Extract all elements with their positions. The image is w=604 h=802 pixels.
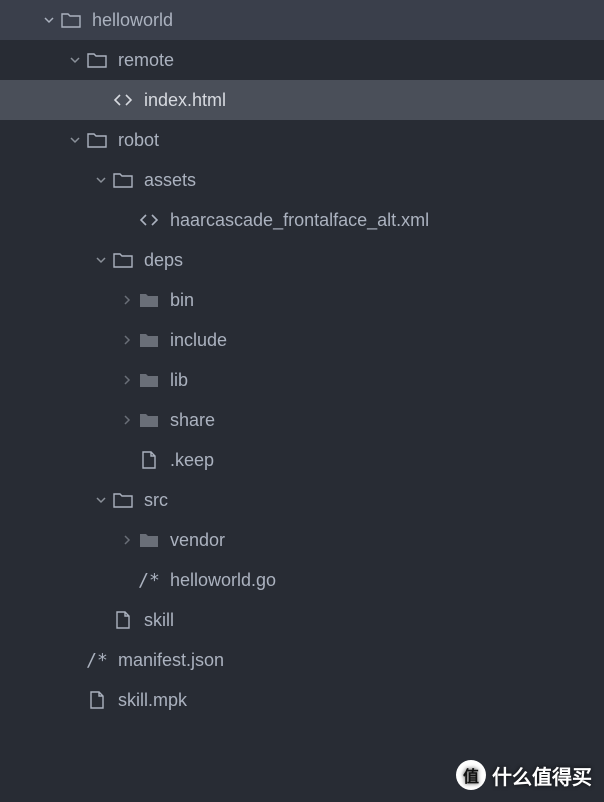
tree-item-label: robot	[118, 130, 159, 151]
chevron-right-icon	[120, 375, 134, 385]
chevron-down-icon	[68, 55, 82, 65]
tree-item-manifest-json[interactable]: /* manifest.json	[0, 640, 604, 680]
source-icon: /*	[86, 650, 108, 671]
folder-icon	[112, 252, 134, 268]
watermark: 值 什么值得买	[456, 760, 592, 790]
tree-item-src[interactable]: src	[0, 480, 604, 520]
folder-icon	[138, 412, 160, 428]
folder-icon	[138, 332, 160, 348]
folder-icon	[60, 12, 82, 28]
chevron-right-icon	[120, 335, 134, 345]
tree-item-label: deps	[144, 250, 183, 271]
tree-item-label: helloworld.go	[170, 570, 276, 591]
watermark-badge: 值	[456, 760, 486, 790]
tree-item-label: include	[170, 330, 227, 351]
folder-icon	[86, 52, 108, 68]
folder-icon	[138, 292, 160, 308]
tree-item-index-html[interactable]: index.html	[0, 80, 604, 120]
tree-item-include[interactable]: include	[0, 320, 604, 360]
chevron-down-icon	[94, 495, 108, 505]
tree-item-label: .keep	[170, 450, 214, 471]
folder-icon	[112, 172, 134, 188]
tree-item-vendor[interactable]: vendor	[0, 520, 604, 560]
tree-item-assets[interactable]: assets	[0, 160, 604, 200]
chevron-down-icon	[68, 135, 82, 145]
tree-item-helloworld[interactable]: helloworld	[0, 0, 604, 40]
tree-item-label: manifest.json	[118, 650, 224, 671]
tree-item-deps[interactable]: deps	[0, 240, 604, 280]
code-icon	[112, 93, 134, 107]
source-icon: /*	[138, 570, 160, 591]
tree-item-skill-mpk[interactable]: skill.mpk	[0, 680, 604, 720]
tree-item-label: skill	[144, 610, 174, 631]
tree-item-label: share	[170, 410, 215, 431]
code-icon	[138, 213, 160, 227]
tree-item-keep[interactable]: .keep	[0, 440, 604, 480]
file-icon	[86, 691, 108, 709]
chevron-right-icon	[120, 415, 134, 425]
watermark-text: 什么值得买	[492, 761, 592, 790]
chevron-down-icon	[42, 15, 56, 25]
chevron-down-icon	[94, 255, 108, 265]
tree-item-skill[interactable]: skill	[0, 600, 604, 640]
file-icon	[138, 451, 160, 469]
tree-item-haarcascade[interactable]: haarcascade_frontalface_alt.xml	[0, 200, 604, 240]
tree-item-label: haarcascade_frontalface_alt.xml	[170, 210, 429, 231]
tree-item-label: assets	[144, 170, 196, 191]
tree-item-label: skill.mpk	[118, 690, 187, 711]
tree-item-label: src	[144, 490, 168, 511]
chevron-down-icon	[94, 175, 108, 185]
chevron-right-icon	[120, 535, 134, 545]
tree-item-label: lib	[170, 370, 188, 391]
tree-item-helloworld-go[interactable]: /* helloworld.go	[0, 560, 604, 600]
tree-item-label: helloworld	[92, 10, 173, 31]
folder-icon	[138, 532, 160, 548]
folder-icon	[86, 132, 108, 148]
tree-item-bin[interactable]: bin	[0, 280, 604, 320]
tree-item-label: index.html	[144, 90, 226, 111]
chevron-right-icon	[120, 295, 134, 305]
folder-icon	[138, 372, 160, 388]
file-icon	[112, 611, 134, 629]
tree-item-label: bin	[170, 290, 194, 311]
tree-item-lib[interactable]: lib	[0, 360, 604, 400]
tree-item-label: vendor	[170, 530, 225, 551]
tree-item-robot[interactable]: robot	[0, 120, 604, 160]
tree-item-remote[interactable]: remote	[0, 40, 604, 80]
tree-item-share[interactable]: share	[0, 400, 604, 440]
folder-icon	[112, 492, 134, 508]
tree-item-label: remote	[118, 50, 174, 71]
